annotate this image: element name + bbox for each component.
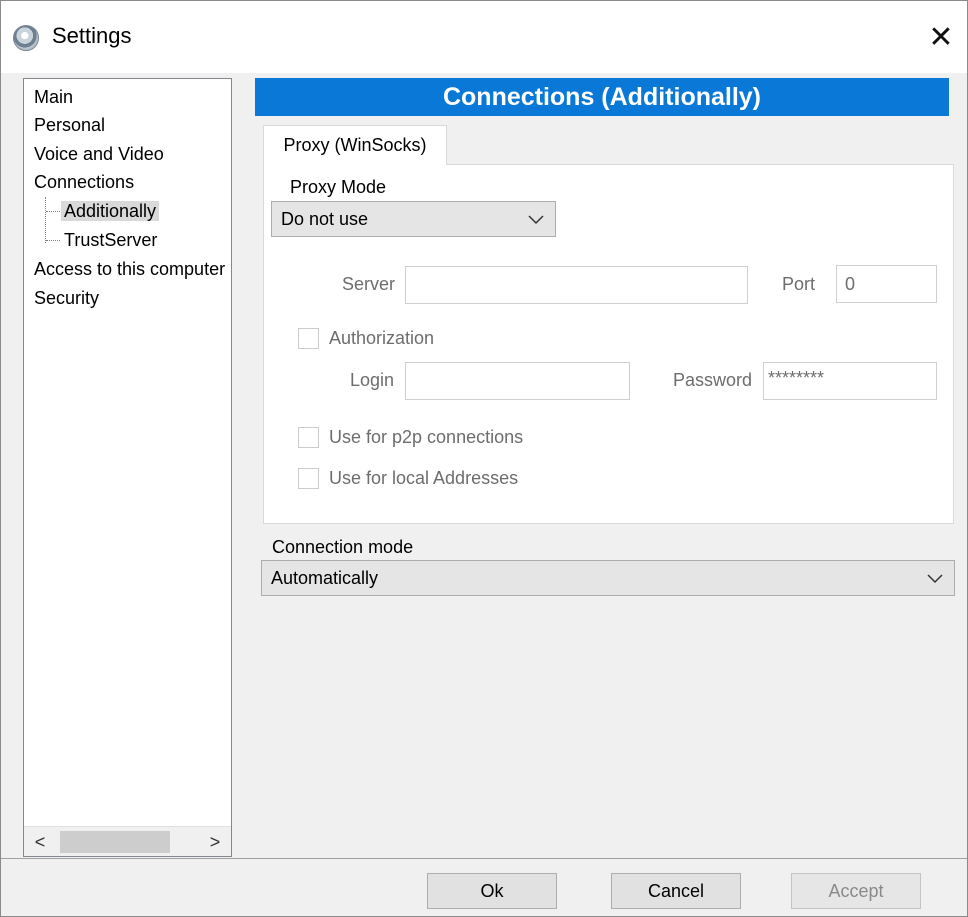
settings-tree[interactable]: Main Personal Voice and Video Connection… — [23, 78, 232, 857]
title-bar: Settings ✕ — [1, 1, 967, 73]
scrollbar-thumb[interactable] — [60, 831, 170, 853]
use-for-p2p-checkbox[interactable] — [298, 427, 319, 448]
tree-item-connections[interactable]: Connections — [34, 168, 134, 196]
port-label: Port — [782, 274, 816, 294]
server-input[interactable] — [405, 266, 748, 304]
authorization-checkbox[interactable] — [298, 328, 319, 349]
close-button[interactable]: ✕ — [921, 19, 961, 55]
use-for-local-addresses-label: Use for local Addresses — [329, 468, 519, 488]
tree-connector-line — [45, 197, 46, 243]
tree-connector-branch — [46, 211, 60, 212]
proxy-mode-value: Do not use — [281, 209, 369, 229]
close-icon: ✕ — [928, 19, 954, 55]
footer-separator — [1, 858, 967, 859]
password-input[interactable]: ******** — [763, 362, 937, 400]
tree-item-access-to-this-computer[interactable]: Access to this computer — [34, 255, 225, 283]
ok-button[interactable]: Ok — [427, 873, 557, 909]
chevron-down-icon — [927, 574, 943, 584]
proxy-mode-select[interactable]: Do not use — [271, 201, 556, 237]
cancel-button[interactable]: Cancel — [611, 873, 741, 909]
tree-item-personal[interactable]: Personal — [34, 111, 105, 139]
tree-item-trustserver[interactable]: TrustServer — [64, 226, 157, 254]
tree-item-additionally[interactable]: Additionally — [61, 197, 160, 225]
connection-mode-select[interactable]: Automatically — [261, 560, 955, 596]
window-title: Settings — [52, 23, 132, 48]
connection-mode-value: Automatically — [271, 568, 379, 588]
chevron-down-icon — [528, 215, 544, 225]
login-label: Login — [350, 370, 395, 390]
authorization-label: Authorization — [329, 328, 435, 348]
tree-item-security[interactable]: Security — [34, 284, 99, 312]
login-input[interactable] — [405, 362, 630, 400]
password-label: Password — [673, 370, 753, 390]
server-label: Server — [342, 274, 396, 294]
settings-window: Settings ✕ Main Personal Voice and Video… — [0, 0, 968, 917]
tree-horizontal-scrollbar[interactable]: < > — [24, 826, 231, 856]
tree-connector-branch — [46, 240, 60, 241]
tree-item-voice-and-video[interactable]: Voice and Video — [34, 140, 164, 168]
use-for-p2p-label: Use for p2p connections — [329, 427, 524, 447]
tab-proxy-winsocks[interactable]: Proxy (WinSocks) — [263, 125, 447, 165]
accept-button[interactable]: Accept — [791, 873, 921, 909]
scroll-left-icon[interactable]: < — [24, 827, 56, 856]
scroll-right-icon[interactable]: > — [199, 827, 231, 856]
section-header: Connections (Additionally) — [255, 78, 949, 116]
proxy-mode-label: Proxy Mode — [290, 177, 387, 197]
settings-app-icon — [13, 25, 39, 51]
connection-mode-label: Connection mode — [272, 537, 414, 557]
use-for-local-addresses-checkbox[interactable] — [298, 468, 319, 489]
port-input[interactable]: 0 — [836, 265, 937, 303]
tree-item-main[interactable]: Main — [34, 83, 73, 111]
